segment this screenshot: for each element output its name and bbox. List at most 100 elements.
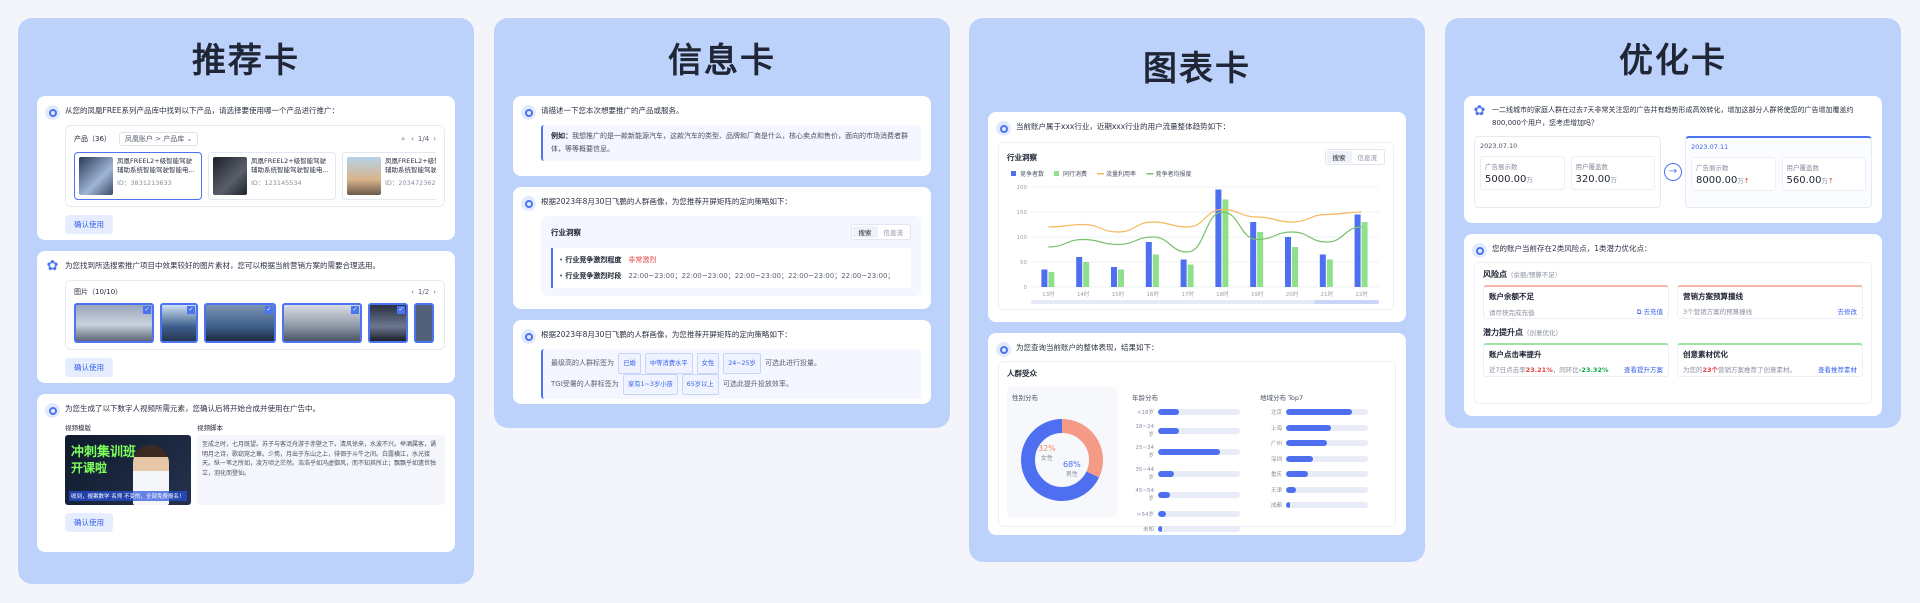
female-label: 女性 bbox=[1040, 455, 1053, 462]
assistant-message: 根据2023年8月30日飞鹏的人群画像，为您推荐开屏矩阵的定向策略如下： bbox=[541, 330, 792, 339]
potential-item: 账户点击率提升 近7日点击率23.21%，同环比-23.32% 查看提升方案 bbox=[1483, 343, 1669, 377]
product-id: ID：3831213633 bbox=[117, 179, 172, 187]
potential-subtitle: （创意优化） bbox=[1523, 329, 1562, 337]
checkbox-checked-icon: ✓ bbox=[187, 306, 195, 314]
bar-row: 未知 bbox=[1132, 525, 1240, 533]
checkbox-checked-icon: ✓ bbox=[351, 306, 359, 314]
image-option[interactable] bbox=[414, 303, 434, 343]
legend-label: 同行消费 bbox=[1063, 170, 1087, 178]
legend-swatch bbox=[1097, 173, 1104, 175]
desc-part: 近7日点击率 bbox=[1489, 366, 1526, 374]
y-tick-label: 50 bbox=[1020, 260, 1027, 266]
search-icon[interactable]: ⌕ bbox=[401, 135, 405, 144]
image-option[interactable]: ✓ bbox=[74, 303, 154, 343]
y-tick-label: 200 bbox=[1017, 185, 1028, 191]
product-source-filter[interactable]: 凤凰账户 > 产品库 ⌄ bbox=[118, 132, 199, 146]
chevron-down-icon: ⌄ bbox=[186, 135, 193, 143]
product-option[interactable]: 凤凰FREEL2+级智能驾驶辅助系统智能驾驶智能电... ID：123145534 bbox=[208, 152, 336, 200]
recharge-link[interactable]: ⧉ 去充值 bbox=[1637, 306, 1663, 317]
bar bbox=[1158, 492, 1171, 498]
bar bbox=[1158, 470, 1175, 477]
modify-link[interactable]: 去修改 bbox=[1838, 306, 1858, 316]
filter-label: 凤凰账户 > 产品库 bbox=[124, 135, 185, 143]
view-assets-link[interactable]: 查看推荐素材 bbox=[1818, 364, 1857, 374]
video-template-preview[interactable]: 冲刺集训班 开课啦 收到，报案数学 名师 不变的，全部免费报名！ bbox=[65, 435, 191, 505]
potential-item-title: 账户点击率提升 bbox=[1489, 350, 1542, 359]
panel-title: 推荐卡 bbox=[192, 40, 300, 81]
x-tick-label: 19时 bbox=[1251, 290, 1264, 298]
checkbox-checked-icon: ✓ bbox=[265, 306, 273, 314]
bar bbox=[1158, 510, 1167, 517]
bar-track bbox=[1158, 409, 1240, 415]
female-pct: 32% bbox=[1038, 444, 1056, 453]
bar bbox=[1076, 257, 1083, 287]
assistant-avatar-icon bbox=[45, 403, 60, 418]
assistant-message: 请描述一下您本次想要推广的产品或服务。 bbox=[541, 106, 684, 115]
bar bbox=[1257, 232, 1264, 287]
video-caption: 收到，报案数学 名师 不变的，全部免费报名！ bbox=[69, 491, 187, 501]
bar-label: 重庆 bbox=[1270, 472, 1282, 478]
y-tick-label: 0 bbox=[1024, 285, 1028, 291]
bar-track bbox=[1286, 440, 1368, 446]
prev-page-icon[interactable]: ‹ bbox=[411, 288, 414, 296]
checkbox-checked-icon: ✓ bbox=[143, 306, 151, 314]
confirm-button[interactable]: 确认使用 bbox=[65, 215, 113, 234]
bar-row: 广州 bbox=[1260, 439, 1368, 447]
x-tick-label: 21时 bbox=[1321, 290, 1334, 298]
bar bbox=[1158, 449, 1220, 455]
bar-label: 成都 bbox=[1270, 503, 1282, 509]
assistant-message: 从您的凤凰FREE系列产品库中找到以下产品，请选择要使用哪一个产品进行推广： bbox=[65, 106, 340, 115]
product-option[interactable]: 凤凰FREEL2+级智能驾驶辅助系统智能驾驶智能电... ID：203472362… bbox=[342, 152, 436, 200]
metric-box: 广告展示数 5000.00万 bbox=[1480, 156, 1565, 190]
x-tick-label: 17时 bbox=[1181, 290, 1194, 298]
row-label: 行业竞争激烈时段 bbox=[565, 272, 622, 280]
confirm-button[interactable]: 确认使用 bbox=[65, 513, 113, 532]
legend-swatch bbox=[1011, 171, 1016, 176]
tab-feed[interactable]: 信息流 bbox=[1352, 151, 1384, 163]
audience-tag: 中等消费水平 bbox=[644, 353, 693, 374]
competition-period-row: • 行业竞争激烈时段 22:00~23:00；22:00~23:00；22:00… bbox=[559, 272, 895, 280]
value: 5000.00 bbox=[1485, 174, 1527, 185]
bar-row: 35~44岁 bbox=[1132, 467, 1240, 481]
image-option[interactable]: ✓ bbox=[282, 303, 362, 343]
image-option[interactable]: ✓ bbox=[204, 303, 276, 343]
gear-icon: ✿ bbox=[1473, 103, 1486, 119]
metric-label: 用户覆盖数 bbox=[1575, 163, 1609, 171]
bar-row: <18岁 bbox=[1132, 408, 1240, 416]
recommend-panel: 推荐卡 从您的凤凰FREE系列产品库中找到以下产品，请选择要使用哪一个产品进行推… bbox=[18, 18, 474, 584]
audience-tags-card: 根据2023年8月30日飞鹏的人群画像，为您推荐开屏矩阵的定向策略如下： 最级高… bbox=[513, 320, 931, 404]
next-page-icon[interactable]: › bbox=[433, 288, 436, 296]
competition-level-value: 非常激烈 bbox=[628, 256, 657, 264]
metric-box: 广告展示数 8000.00万↑ bbox=[1691, 157, 1776, 191]
assistant-avatar-icon bbox=[521, 105, 536, 120]
bar bbox=[1158, 409, 1179, 415]
example-label: 例如： bbox=[551, 132, 572, 140]
tab-feed[interactable]: 信息流 bbox=[878, 226, 910, 238]
prev-page-icon[interactable]: ‹ bbox=[411, 135, 414, 143]
video-banner-line1: 冲刺集训班 bbox=[71, 445, 137, 460]
next-page-icon[interactable]: › bbox=[433, 135, 436, 143]
bar-track bbox=[1286, 502, 1368, 508]
competition-level-row: • 行业竞争激烈程度 非常激烈 bbox=[559, 256, 657, 264]
product-option[interactable]: 凤凰FREEL2+级智能驾驶辅助系统智能驾驶智能电... ID：383121363… bbox=[74, 152, 202, 200]
image-option[interactable]: ✓ bbox=[368, 303, 408, 343]
tab-search[interactable]: 搜索 bbox=[1326, 151, 1352, 163]
audience-tag: 女性 bbox=[696, 353, 720, 374]
view-plan-link[interactable]: 查看提升方案 bbox=[1624, 364, 1663, 374]
panel-title: 图表卡 bbox=[1143, 48, 1251, 89]
image-option[interactable]: ✓ bbox=[160, 303, 198, 343]
x-tick-label: 22时 bbox=[1355, 290, 1368, 298]
bar bbox=[1286, 409, 1352, 415]
product-id: ID：2034723623 bbox=[385, 179, 436, 187]
tab-search[interactable]: 搜索 bbox=[852, 226, 878, 238]
confirm-button[interactable]: 确认使用 bbox=[65, 358, 113, 377]
assistant-avatar-icon bbox=[996, 342, 1011, 357]
product-count-label: 产品（36） bbox=[74, 135, 111, 143]
bar-track bbox=[1286, 455, 1368, 462]
count-value: 23个 bbox=[1702, 366, 1719, 374]
bar bbox=[1048, 272, 1055, 287]
image-select-card: ✿ 为您找到所选搜索推广项目中效果较好的图片素材，您可以根据当前营销方案的需要合… bbox=[37, 251, 455, 383]
bar-row: 重庆 bbox=[1260, 470, 1368, 478]
bar bbox=[1158, 427, 1179, 434]
after-metrics: 2023.07.11 广告展示数 8000.00万↑ 用户覆盖数 560.00万↑ bbox=[1685, 136, 1872, 208]
